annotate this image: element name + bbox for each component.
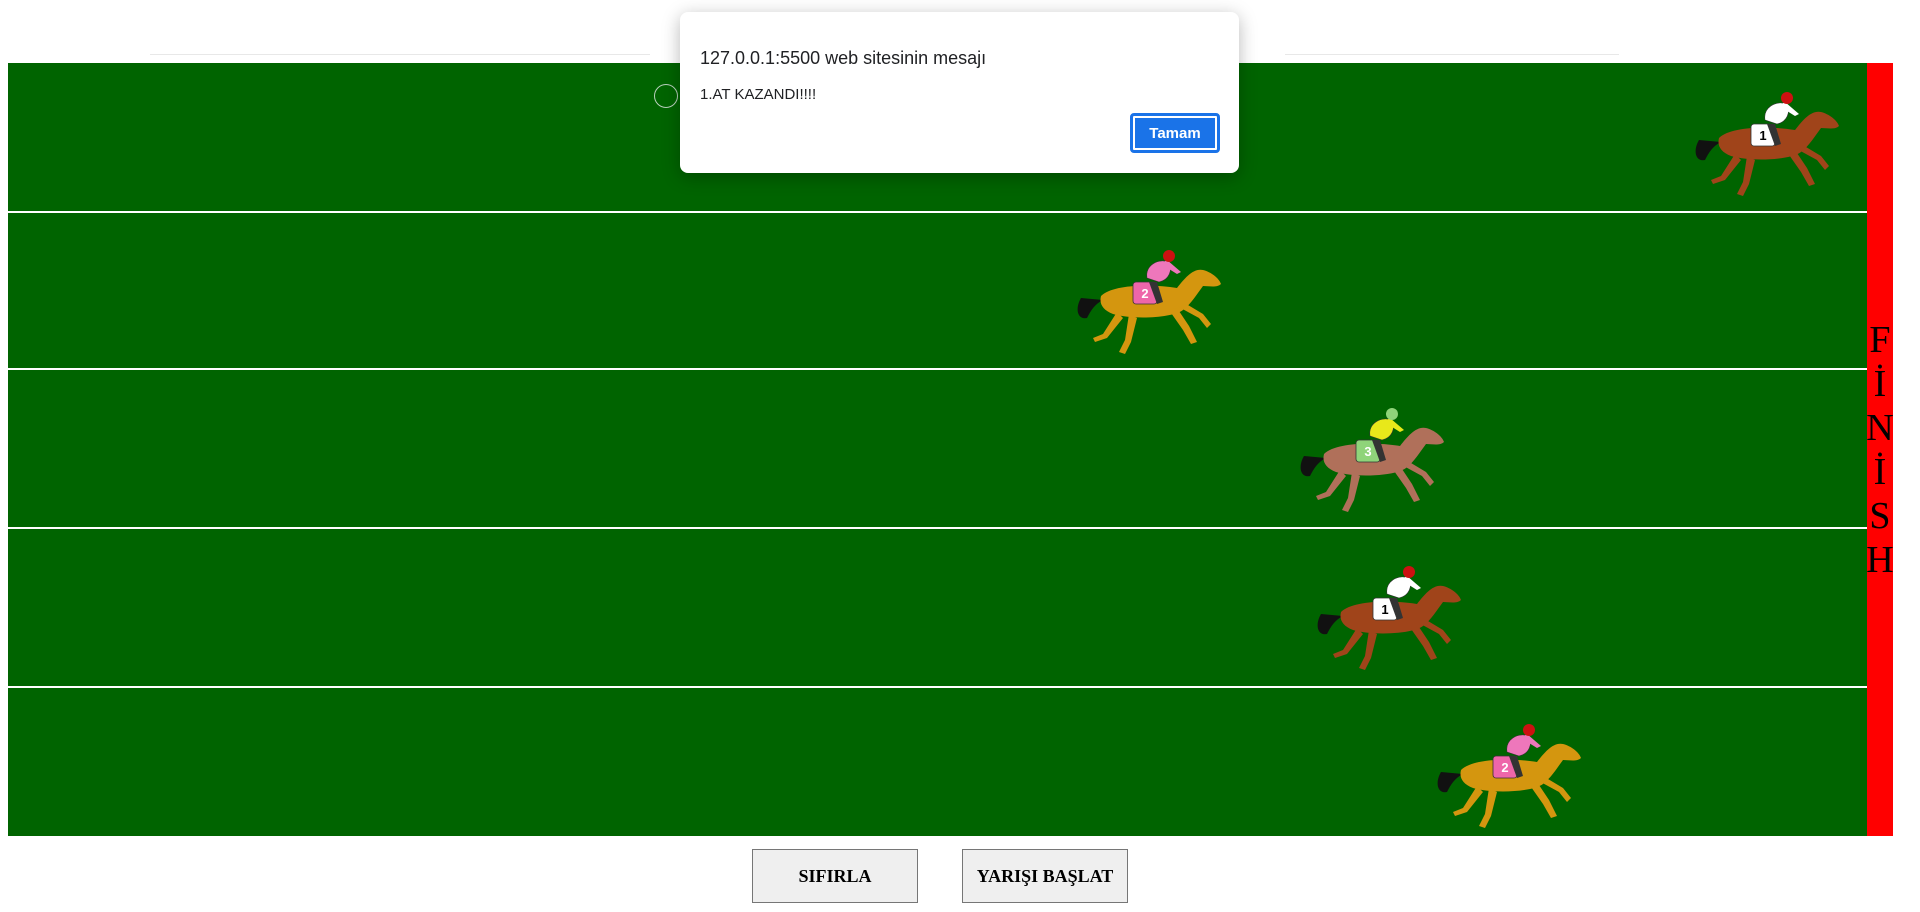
finish-letter: H [1866,538,1894,581]
divider [1285,54,1619,55]
racehorse-icon: 2 [1077,250,1221,354]
horse-lane-2: 2 [1073,248,1223,360]
racehorse-icon: 2 [1437,724,1581,828]
horse-lane-5: 2 [1433,722,1583,834]
lane-divider [8,211,1875,213]
svg-text:1: 1 [1381,602,1388,617]
start-race-button[interactable]: YARIŞI BAŞLAT [962,849,1128,903]
race-track: 1 2 3 1 2 [8,63,1875,836]
alert-dialog: 127.0.0.1:5500 web sitesinin mesajı 1.AT… [680,12,1239,173]
reset-button[interactable]: SIFIRLA [752,849,918,903]
finish-line: FİNİSH [1866,63,1894,836]
horse-lane-3: 3 [1296,406,1446,518]
finish-letter: N [1866,406,1894,449]
svg-text:3: 3 [1364,444,1371,459]
horse-lane-1: 1 [1691,90,1841,202]
finish-letter: İ [1873,362,1887,405]
divider [150,54,650,55]
focus-indicator [654,84,678,108]
lane-divider [8,368,1875,370]
finish-letter: S [1869,494,1891,537]
finish-letter: F [1869,318,1891,361]
horse-lane-4: 1 [1313,564,1463,676]
finish-letter: İ [1873,450,1887,493]
racehorse-icon: 3 [1300,408,1444,512]
controls-bar: SIFIRLA YARIŞI BAŞLAT [0,849,1920,905]
svg-text:2: 2 [1141,286,1148,301]
lane-divider [8,527,1875,529]
lane-divider [8,686,1875,688]
alert-title: 127.0.0.1:5500 web sitesinin mesajı [700,48,987,68]
alert-ok-button[interactable]: Tamam [1130,113,1220,153]
racehorse-icon: 1 [1695,92,1839,196]
svg-text:1: 1 [1759,128,1766,143]
svg-text:2: 2 [1501,760,1508,775]
alert-message: 1.AT KAZANDI!!!! [700,86,817,103]
racehorse-icon: 1 [1317,566,1461,670]
